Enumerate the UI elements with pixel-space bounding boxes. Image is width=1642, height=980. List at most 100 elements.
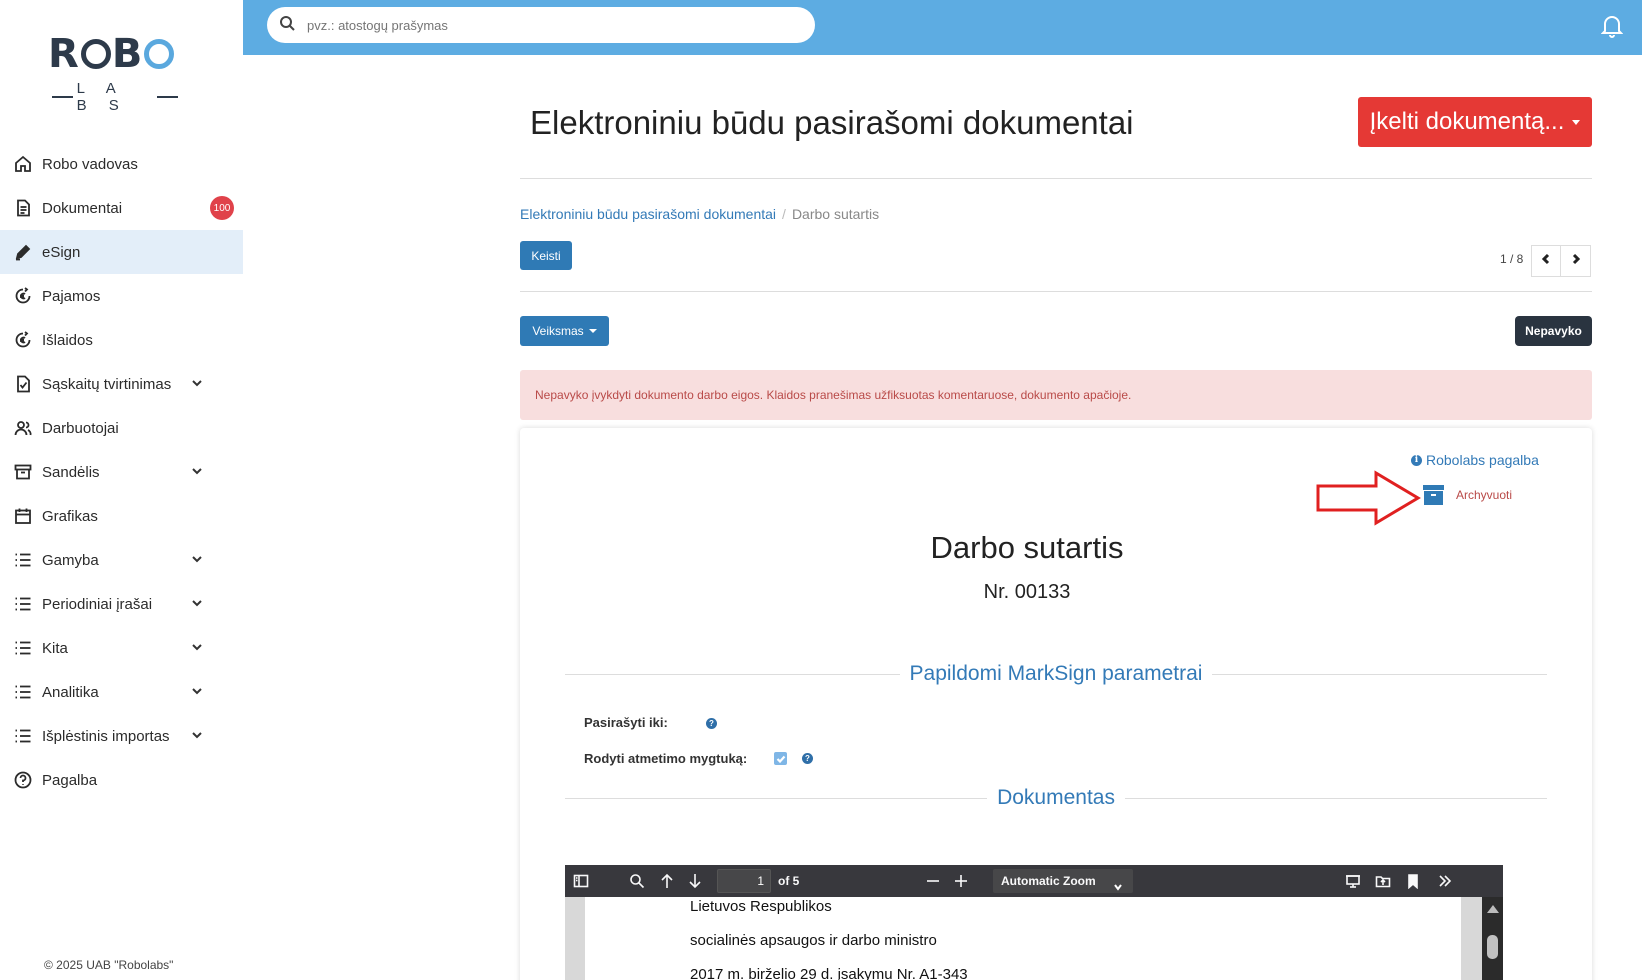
- show-reject-checkbox[interactable]: [774, 752, 787, 765]
- sidebar-item-periodiniai-įrašai[interactable]: Periodiniai įrašai: [0, 582, 243, 626]
- pdf-zoom-select[interactable]: Automatic Zoom: [993, 869, 1133, 893]
- previous-record-button[interactable]: [1531, 245, 1561, 277]
- sidebar-item-darbuotojai[interactable]: Darbuotojai: [0, 406, 243, 450]
- robolabs-logo[interactable]: RB L A B S: [48, 34, 182, 114]
- search-icon: [279, 15, 295, 36]
- bookmark-icon[interactable]: [1405, 873, 1421, 890]
- breadcrumb-separator: /: [782, 206, 786, 222]
- pdf-text-line: 2017 m. birželio 29 d. įsakymu Nr. A1-34…: [690, 966, 968, 980]
- copyright: © 2025 UAB "Robolabs": [44, 958, 174, 972]
- chevron-down-icon[interactable]: [190, 464, 204, 478]
- status-failed-button[interactable]: Nepavyko: [1515, 316, 1592, 346]
- document-number: Nr. 00133: [983, 581, 1071, 603]
- pdf-toolbar: 1 of 5 Automatic Zoom: [565, 865, 1503, 897]
- sidebar-item-label: Analitika: [42, 683, 99, 701]
- pager-counter: 1 / 8: [1500, 252, 1524, 266]
- pdf-page: Lietuvos Respublikos socialinės apsaugos…: [585, 897, 1461, 980]
- list-icon: [12, 550, 34, 570]
- action-dropdown-button[interactable]: Veiksmas: [520, 316, 609, 346]
- double-chevron-right-icon[interactable]: [1437, 873, 1453, 889]
- page-title: Elektroniniu būdu pasirašomi dokumentai: [530, 104, 1134, 141]
- breadcrumb-current: Darbo sutartis: [791, 206, 880, 222]
- archive-icon[interactable]: [1423, 485, 1444, 505]
- upload-document-label: Įkelti dokumentą...: [1369, 108, 1565, 135]
- bell-icon[interactable]: [1600, 14, 1624, 38]
- arrow-up-icon[interactable]: [659, 873, 675, 889]
- sidebar-item-išplėstinis-importas[interactable]: Išplėstinis importas: [0, 714, 243, 758]
- breadcrumb-parent-link[interactable]: Elektroniniu būdu pasirašomi dokumentai: [520, 206, 776, 222]
- sidebar-item-label: Gamyba: [42, 551, 99, 569]
- next-record-button[interactable]: [1561, 245, 1591, 277]
- sidebar-item-grafikas[interactable]: Grafikas: [0, 494, 243, 538]
- sidebar-item-analitika[interactable]: Analitika: [0, 670, 243, 714]
- section-document: Dokumentas: [565, 786, 1548, 810]
- field-sign-until: Pasirašyti iki: ?: [584, 715, 717, 730]
- pdf-page-gutter: [1461, 897, 1482, 980]
- sidebar-item-label: Pajamos: [42, 287, 101, 305]
- checkmark-icon: [776, 755, 785, 763]
- breadcrumb: Elektroniniu būdu pasirašomi dokumentai …: [520, 206, 879, 222]
- sidebar-toggle-icon[interactable]: [573, 873, 589, 889]
- robolabs-help-link[interactable]: i Robolabs pagalba: [1411, 452, 1539, 468]
- chevron-down-icon[interactable]: [190, 684, 204, 698]
- sidebar-item-esign[interactable]: eSign: [0, 230, 243, 274]
- chevron-right-icon: [1570, 252, 1582, 270]
- chevron-down-icon[interactable]: [190, 728, 204, 742]
- invoice-check-icon: [12, 374, 34, 394]
- count-badge: 100: [210, 196, 234, 220]
- sidebar-item-išlaidos[interactable]: Išlaidos: [0, 318, 243, 362]
- sidebar-item-label: Sąskaitų tvirtinimas: [42, 375, 172, 393]
- sidebar: RB L A B S Robo vadovas Dokumentai 100 eSig…: [0, 0, 243, 980]
- sidebar-item-label: Išlaidos: [42, 331, 93, 349]
- zoom-in-icon[interactable]: [953, 873, 969, 889]
- search-input[interactable]: [307, 17, 787, 33]
- sidebar-item-label: Grafikas: [42, 507, 98, 525]
- search-box[interactable]: [267, 7, 815, 43]
- help-link-label: Robolabs pagalba: [1426, 452, 1539, 468]
- pdf-text-line: Lietuvos Respublikos: [690, 898, 832, 915]
- question-mark-icon[interactable]: ?: [802, 753, 813, 764]
- sidebar-item-gamyba[interactable]: Gamyba: [0, 538, 243, 582]
- chevron-down-icon[interactable]: [190, 596, 204, 610]
- edit-button[interactable]: Keisti: [520, 241, 572, 270]
- pdf-scrollbar[interactable]: [1482, 897, 1503, 980]
- pdf-search-icon[interactable]: [629, 873, 645, 889]
- sidebar-item-pagalba[interactable]: Pagalba: [0, 758, 243, 802]
- chevron-down-icon[interactable]: [190, 552, 204, 566]
- sidebar-item-kita[interactable]: Kita: [0, 626, 243, 670]
- divider: [520, 291, 1592, 292]
- sidebar-item-sąskaitų-tvirtinimas[interactable]: Sąskaitų tvirtinimas: [0, 362, 243, 406]
- pdf-page-number-input[interactable]: 1: [717, 869, 771, 893]
- section-marksign-params: Papildomi MarkSign parametrai: [565, 662, 1547, 686]
- sidebar-item-dokumentai[interactable]: Dokumentai 100: [0, 186, 243, 230]
- error-alert: Nepavyko įvykdyti dokumento darbo eigos.…: [520, 370, 1592, 420]
- chevron-down-icon[interactable]: [190, 640, 204, 654]
- sidebar-item-label: Pagalba: [42, 771, 98, 789]
- red-arrow-annotation-icon: [1316, 470, 1421, 526]
- caret-down-icon: [588, 329, 597, 333]
- list-icon: [12, 638, 34, 658]
- field-show-reject-button: Rodyti atmetimo mygtuką: ?: [584, 751, 813, 766]
- upload-document-button[interactable]: Įkelti dokumentą...: [1358, 97, 1592, 147]
- scrollbar-thumb[interactable]: [1487, 935, 1498, 959]
- divider: [520, 178, 1592, 179]
- open-file-icon[interactable]: [1375, 873, 1391, 889]
- sidebar-item-label: Kita: [42, 639, 68, 657]
- sidebar-item-pajamos[interactable]: Pajamos: [0, 274, 243, 318]
- sidebar-item-sandėlis[interactable]: Sandėlis: [0, 450, 243, 494]
- section-marksign-params-title: Papildomi MarkSign parametrai: [909, 662, 1203, 685]
- question-mark-icon[interactable]: ?: [706, 718, 717, 729]
- list-icon: [12, 726, 34, 746]
- info-icon: i: [1411, 454, 1422, 466]
- list-icon: [12, 594, 34, 614]
- scroll-up-icon[interactable]: [1487, 905, 1499, 913]
- chevron-down-icon[interactable]: [190, 376, 204, 390]
- archive-link[interactable]: Archyvuoti: [1456, 488, 1512, 502]
- pdf-page-gutter: [565, 897, 585, 980]
- presentation-mode-icon[interactable]: [1345, 873, 1361, 889]
- calendar-icon: [12, 506, 34, 526]
- arrow-down-icon[interactable]: [687, 873, 703, 889]
- zoom-out-icon[interactable]: [925, 873, 941, 889]
- sidebar-item-label: Robo vadovas: [42, 155, 138, 173]
- sidebar-item-robo-vadovas[interactable]: Robo vadovas: [0, 142, 243, 186]
